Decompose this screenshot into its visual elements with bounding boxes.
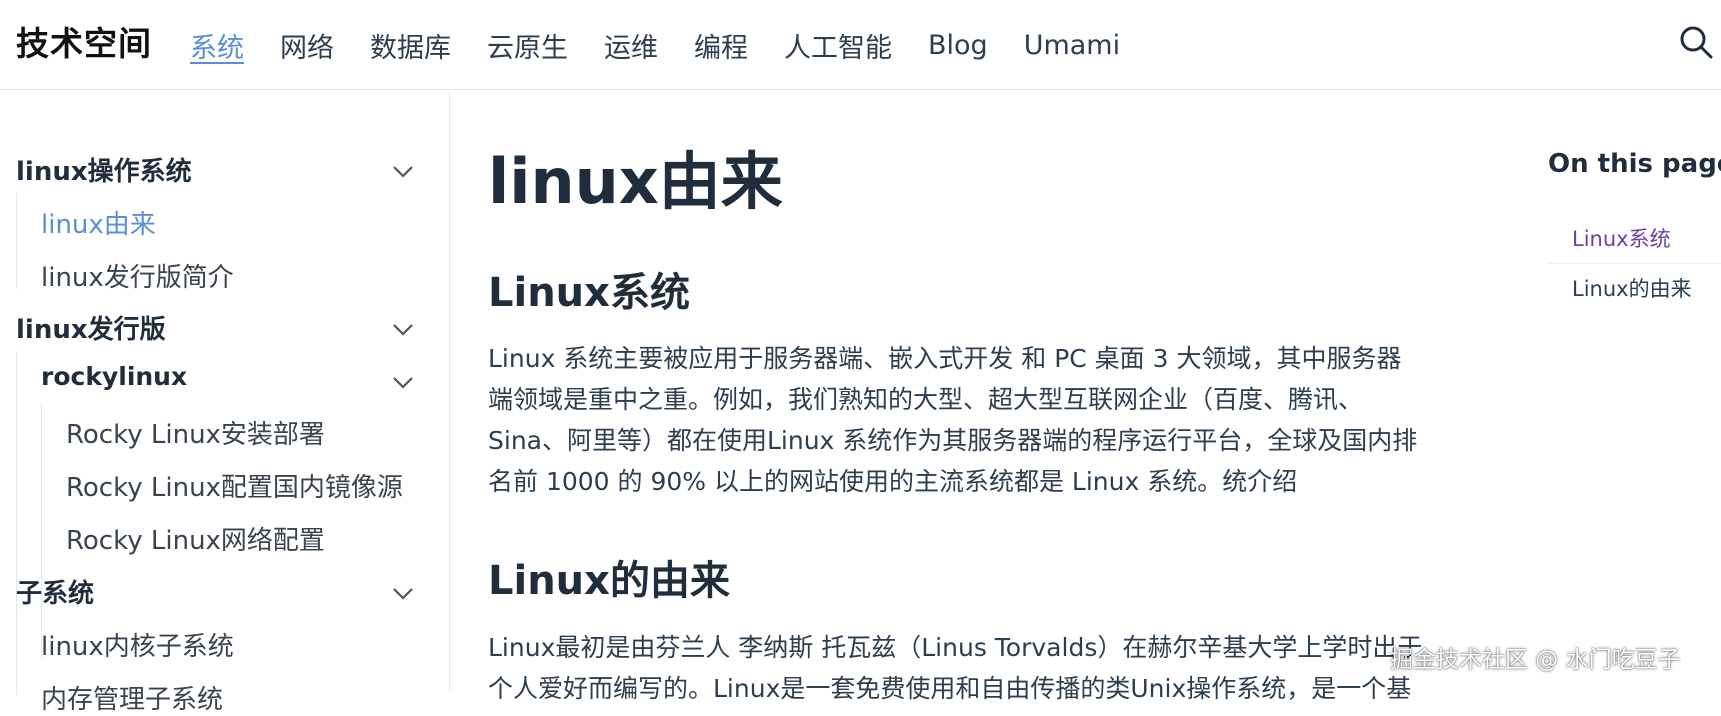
- sidebar-subgroup-rockylinux[interactable]: rockylinux: [41, 362, 187, 391]
- search-icon[interactable]: [1678, 24, 1714, 60]
- sidebar-item-rocky-network[interactable]: Rocky Linux网络配置: [66, 520, 325, 557]
- sidebar: linux操作系统 linux由来 linux发行版简介 linux发行版 ro…: [0, 91, 450, 715]
- section-paragraph: Linux 系统主要被应用于服务器端、嵌入式开发 和 PC 桌面 3 大领域，其…: [488, 338, 1478, 502]
- sidebar-group-linux-os[interactable]: linux操作系统: [16, 151, 192, 188]
- nav-item-network[interactable]: 网络: [280, 26, 334, 65]
- nav-item-system[interactable]: 系统: [190, 26, 244, 65]
- toc-title: On this page: [1548, 149, 1721, 179]
- nav-item-blog[interactable]: Blog: [928, 30, 988, 61]
- toc-item-linux-origin[interactable]: Linux的由来: [1572, 273, 1692, 303]
- section-heading-linux-origin: Linux的由来: [488, 558, 730, 604]
- sidebar-item-rocky-install[interactable]: Rocky Linux安装部署: [66, 414, 325, 451]
- paragraph-line: 名前 1000 的 90% 以上的网站使用的主流系统都是 Linux 系统。统介…: [488, 467, 1298, 496]
- toc-divider: [1548, 263, 1721, 264]
- chevron-down-icon[interactable]: [392, 376, 414, 390]
- sidebar-item-rocky-mirror[interactable]: Rocky Linux配置国内镜像源: [66, 467, 403, 504]
- watermark: 掘金技术社区 @ 水门吃豆子: [1390, 647, 1681, 673]
- nav-item-database[interactable]: 数据库: [370, 26, 451, 65]
- sidebar-group-linux-distro[interactable]: linux发行版: [16, 309, 166, 346]
- paragraph-line: Linux最初是由芬兰人 李纳斯 托瓦兹（Linus Torvalds）在赫尔辛…: [488, 633, 1423, 662]
- sidebar-indent-line: [16, 615, 17, 695]
- sidebar-indent-line: [16, 193, 17, 289]
- nav-item-umami[interactable]: Umami: [1024, 30, 1120, 61]
- nav-item-programming[interactable]: 编程: [694, 26, 748, 65]
- chevron-down-icon[interactable]: [392, 587, 414, 601]
- toc-item-linux-system[interactable]: Linux系统: [1572, 223, 1671, 253]
- site-title[interactable]: 技术空间: [16, 17, 152, 65]
- top-navigation-bar: 技术空间 系统 网络 数据库 云原生 运维 编程 人工智能 Blog Umami: [0, 0, 1721, 90]
- paragraph-line: Sina、阿里等）都在使用Linux 系统作为其服务器端的程序运行平台，全球及国…: [488, 426, 1418, 455]
- nav-item-cloud-native[interactable]: 云原生: [487, 26, 568, 65]
- sidebar-group-subsystem[interactable]: 子系统: [16, 573, 94, 610]
- chevron-down-icon[interactable]: [392, 165, 414, 179]
- sidebar-item-memory-subsystem[interactable]: 内存管理子系统: [41, 679, 223, 716]
- sidebar-item-linux-distro-intro[interactable]: linux发行版简介: [41, 257, 234, 294]
- section-heading-linux-system: Linux系统: [488, 270, 690, 316]
- paragraph-line: 个人爱好而编写的。Linux是一套免费使用和自由传播的类Unix操作系统，是一个…: [488, 674, 1412, 703]
- section-paragraph: Linux最初是由芬兰人 李纳斯 托瓦兹（Linus Torvalds）在赫尔辛…: [488, 627, 1478, 709]
- nav-item-ops[interactable]: 运维: [604, 26, 658, 65]
- main-nav: 系统 网络 数据库 云原生 运维 编程 人工智能 Blog Umami: [190, 0, 1156, 90]
- paragraph-line: 端领域是重中之重。例如，我们熟知的大型、超大型互联网企业（百度、腾讯、: [488, 385, 1364, 414]
- nav-item-ai[interactable]: 人工智能: [784, 26, 892, 65]
- sidebar-indent-line: [41, 404, 42, 658]
- sidebar-indent-line: [16, 351, 17, 657]
- page-title: linux由来: [488, 145, 783, 218]
- sidebar-item-kernel-subsystem[interactable]: linux内核子系统: [41, 626, 234, 663]
- chevron-down-icon[interactable]: [392, 323, 414, 337]
- sidebar-item-linux-origin[interactable]: linux由来: [41, 204, 156, 241]
- paragraph-line: Linux 系统主要被应用于服务器端、嵌入式开发 和 PC 桌面 3 大领域，其…: [488, 344, 1402, 373]
